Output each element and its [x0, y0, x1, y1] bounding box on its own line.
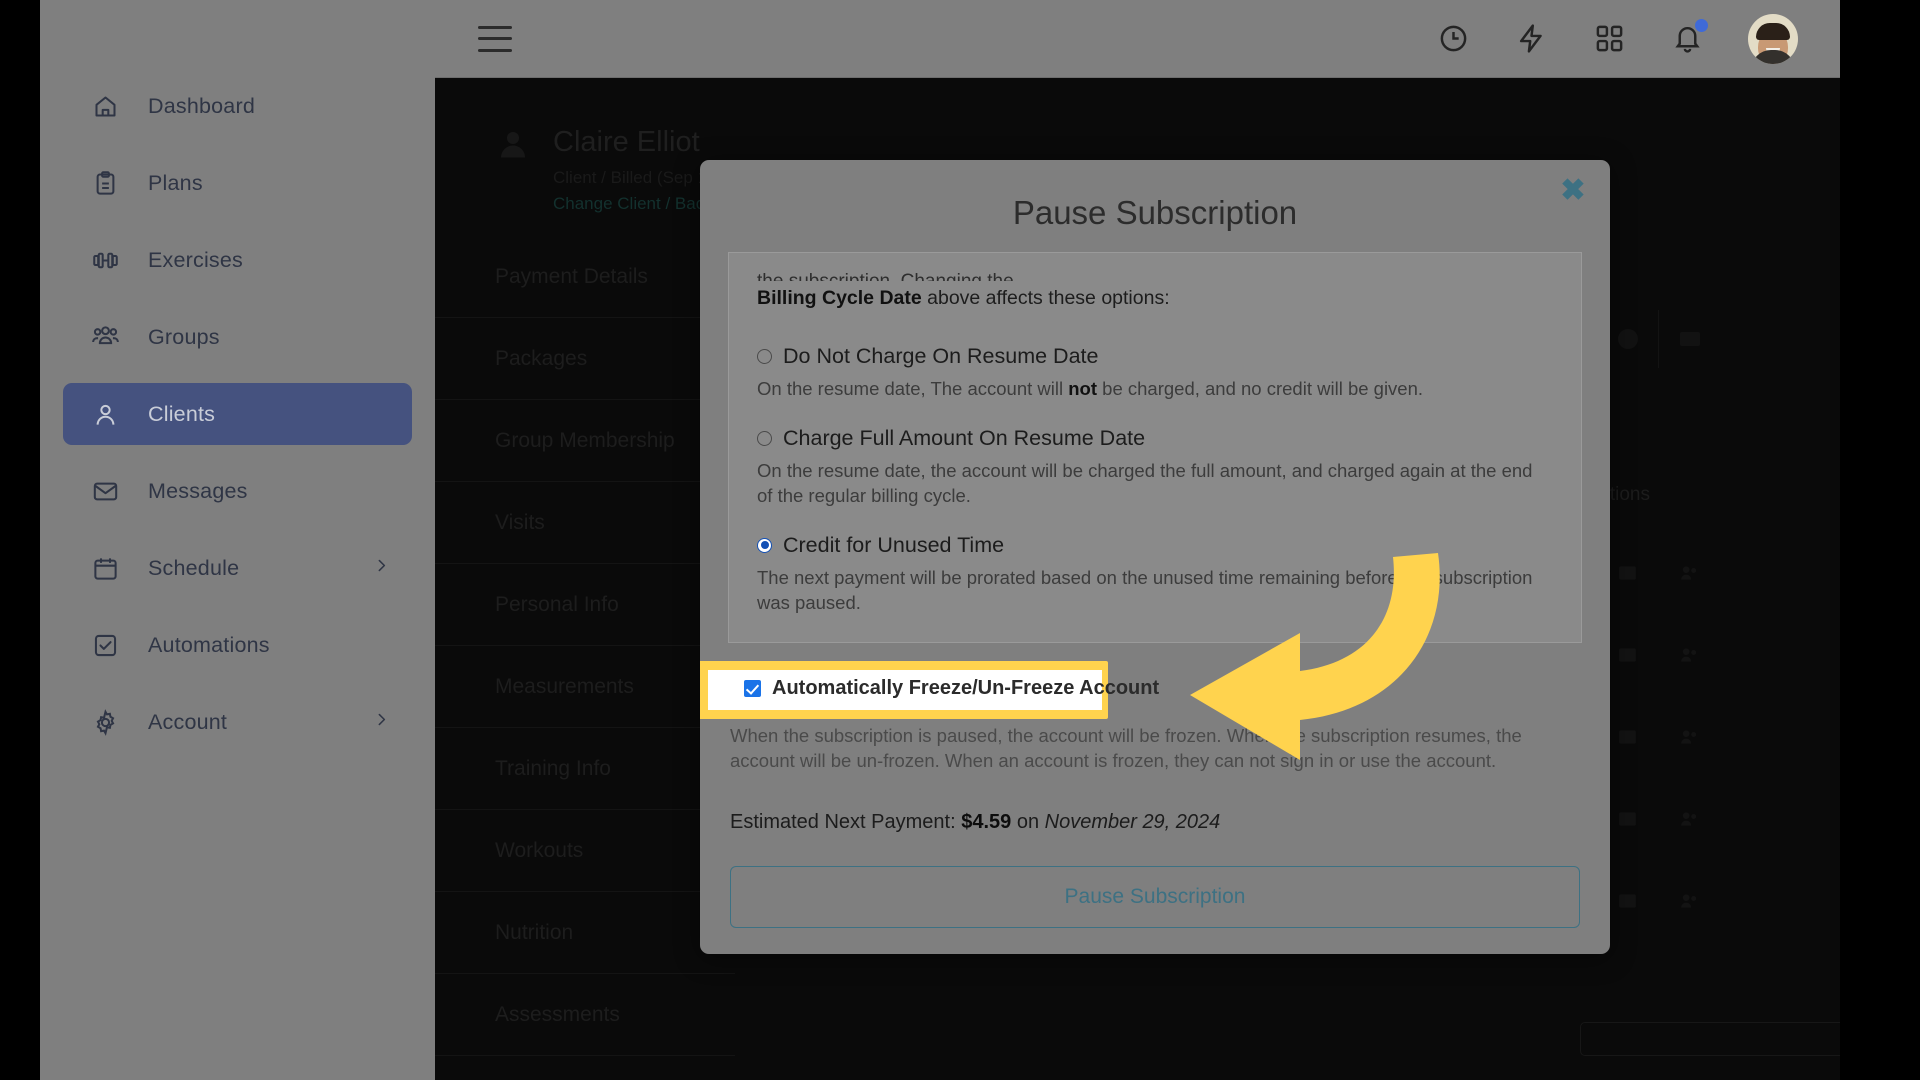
person-icon — [90, 399, 120, 429]
sidebar-label: Schedule — [148, 555, 240, 580]
option-description: On the resume date, The account will not… — [757, 376, 1553, 402]
intro-suffix: above affects these options: — [921, 287, 1170, 309]
hamburger-icon[interactable] — [478, 25, 512, 52]
sidebar-item-clients[interactable]: Clients — [63, 383, 412, 445]
freeze-description: When the subscription is paused, the acc… — [730, 724, 1522, 771]
estimated-payment-line: Estimated Next Payment: $4.59 on Novembe… — [700, 773, 1610, 834]
people-icon[interactable] — [1658, 708, 1720, 766]
gear-icon — [90, 707, 120, 737]
checkbox-icon[interactable] — [744, 680, 761, 698]
options-scroll-pane[interactable]: the subscription. Changing the Billing C… — [728, 252, 1582, 643]
close-icon[interactable]: ✖ — [1558, 176, 1588, 206]
pause-subscription-modal: Pause Subscription ✖ the subscription. C… — [700, 160, 1610, 954]
sidebar-label: Account — [148, 709, 228, 734]
clipboard-icon — [90, 168, 120, 198]
bell-notifications-icon[interactable] — [1670, 18, 1708, 56]
side-menu-item[interactable]: Measurements — [435, 646, 735, 728]
side-menu-item[interactable]: Visits — [435, 482, 735, 564]
sidebar-item-groups[interactable]: Groups — [63, 306, 412, 368]
estimate-prefix: Estimated Next Payment: — [730, 810, 962, 833]
option-label: Credit for Unused Time — [783, 532, 1005, 557]
option-label: Do Not Charge On Resume Date — [783, 344, 1099, 368]
option-charge-full-amount[interactable]: Charge Full Amount On Resume Date — [757, 426, 1553, 451]
freeze-section: Automatically Freeze/Un-Freeze Account W… — [700, 643, 1610, 773]
chevron-right-icon[interactable] — [373, 711, 390, 733]
lightning-bolt-icon[interactable] — [1514, 22, 1548, 56]
people-icon[interactable] — [1658, 872, 1720, 930]
sidebar-item-plans[interactable]: Plans — [63, 152, 412, 214]
sidebar-item-dashboard[interactable]: Dashboard — [63, 75, 412, 137]
estimate-amount: $4.59 — [961, 810, 1012, 833]
desc-after: be charged, and no credit will be given. — [1097, 378, 1424, 399]
radio-icon[interactable] — [757, 349, 772, 364]
sidebar: Dashboard Plans Exercises Groups Clients… — [40, 0, 435, 1080]
option-credit-unused-time[interactable]: Credit for Unused Time — [757, 533, 1553, 558]
people-icon — [90, 322, 120, 352]
right-frame — [1840, 0, 1920, 1080]
option-description: The next payment will be prorated based … — [757, 566, 1533, 614]
option-label: Charge Full Amount On Resume Date — [783, 425, 1146, 450]
sidebar-item-automations[interactable]: Automations — [63, 614, 412, 676]
pause-subscription-button[interactable]: Pause Subscription — [730, 865, 1580, 928]
sidebar-label: Automations — [148, 632, 270, 657]
radio-icon[interactable] — [757, 430, 772, 446]
modal-title: Pause Subscription — [1012, 194, 1298, 231]
sidebar-label: Clients — [148, 401, 216, 426]
estimate-middle: on — [1011, 810, 1045, 833]
modal-body: the subscription. Changing the Billing C… — [700, 252, 1610, 954]
modal-header: Pause Subscription ✖ — [700, 160, 1610, 252]
intro-line: Billing Cycle Date above affects these o… — [757, 287, 1553, 310]
people-icon[interactable] — [1658, 544, 1720, 602]
client-name: Claire Elliot — [553, 126, 700, 158]
dumbbell-icon — [90, 245, 120, 275]
freeze-label: Automatically Freeze/Un-Freeze Account — [772, 677, 1160, 700]
avatar[interactable] — [1748, 13, 1798, 64]
people-icon[interactable] — [1658, 790, 1720, 848]
side-menu-item[interactable]: Training Info — [435, 728, 735, 810]
sidebar-label: Plans — [148, 170, 203, 195]
home-icon — [90, 91, 120, 121]
clock-icon[interactable] — [1436, 22, 1470, 56]
option-do-not-charge[interactable]: Do Not Charge On Resume Date — [757, 344, 1553, 369]
envelope-icon — [90, 476, 120, 506]
notification-badge — [1695, 18, 1708, 32]
clipped-intro-text: the subscription. Changing the — [757, 271, 1553, 281]
sidebar-item-messages[interactable]: Messages — [63, 460, 412, 522]
left-frame — [0, 0, 40, 1080]
bottom-input-box[interactable] — [1580, 1022, 1840, 1056]
calendar-icon — [90, 553, 120, 583]
sidebar-item-account[interactable]: Account — [63, 691, 412, 753]
people-icon[interactable] — [1658, 626, 1720, 684]
side-menu-item[interactable]: Personal Info — [435, 564, 735, 646]
chevron-right-icon[interactable] — [373, 557, 390, 579]
billing-cycle-date-label: Billing Cycle Date — [757, 287, 922, 309]
freeze-checkbox-row[interactable]: Automatically Freeze/Un-Freeze Account — [728, 669, 1582, 709]
option-description: On the resume date, the account will be … — [757, 459, 1533, 507]
side-menu-item[interactable]: Packages — [435, 318, 735, 400]
side-menu-item[interactable]: Nutrition — [435, 892, 735, 974]
client-avatar-icon — [495, 126, 531, 162]
desc-bold: not — [1068, 378, 1098, 399]
estimate-date: November 29, 2024 — [1044, 810, 1221, 833]
top-bar — [435, 0, 1840, 78]
side-menu-item[interactable]: Group Membership — [435, 400, 735, 482]
side-menu-item[interactable]: Workouts — [435, 810, 735, 892]
side-menu-item[interactable]: Assessments — [435, 974, 735, 1056]
side-menu-item[interactable]: Payment Details — [435, 236, 735, 318]
sidebar-label: Exercises — [148, 247, 243, 272]
desc-before: On the resume date, The account will — [757, 378, 1069, 399]
sidebar-item-exercises[interactable]: Exercises — [63, 229, 412, 291]
sidebar-label: Messages — [148, 478, 248, 503]
screen: Claire Elliot Client / Billed (Sep 16th … — [0, 0, 1920, 1080]
sidebar-item-schedule[interactable]: Schedule — [63, 537, 412, 599]
sidebar-label: Groups — [148, 324, 220, 349]
envelope-icon[interactable] — [1658, 310, 1720, 368]
grid-apps-icon[interactable] — [1592, 22, 1626, 56]
radio-icon[interactable] — [757, 537, 772, 553]
checkbox-icon — [90, 630, 120, 660]
sidebar-label: Dashboard — [148, 93, 255, 118]
client-side-menu: Payment Details Packages Group Membershi… — [435, 236, 735, 1056]
